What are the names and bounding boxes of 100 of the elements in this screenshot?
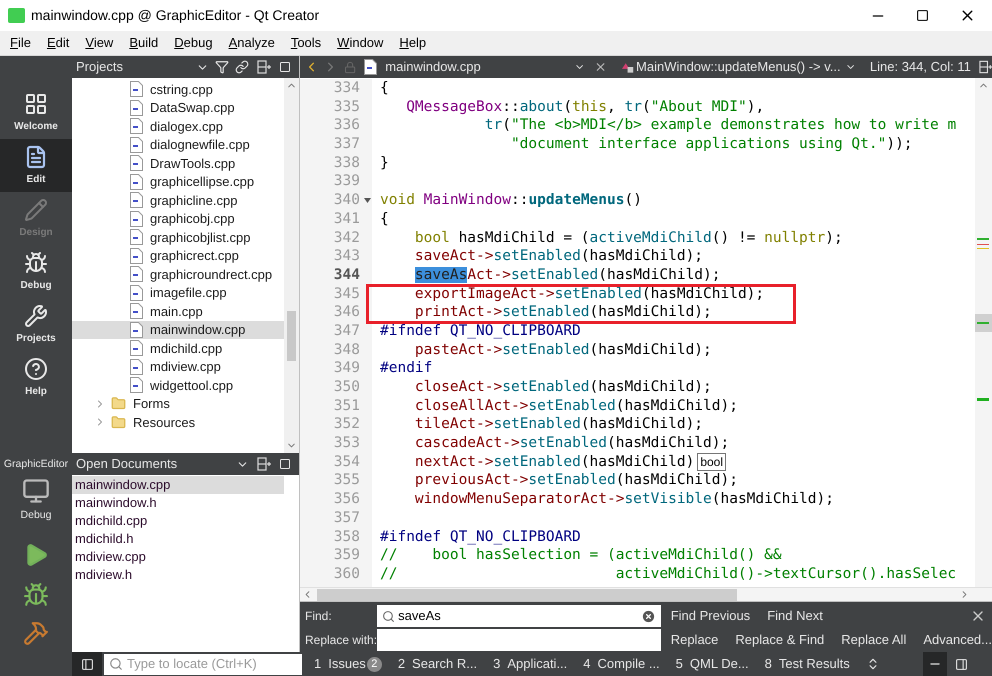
menu-item[interactable]: Debug xyxy=(174,33,213,53)
tree-item[interactable]: mainwindow.cpp xyxy=(72,320,284,339)
cpp-file-icon xyxy=(130,358,143,375)
tree-item[interactable]: main.cpp xyxy=(72,302,284,320)
tree-item[interactable]: mdiview.cpp xyxy=(72,358,284,376)
debug-run-icon[interactable] xyxy=(23,582,49,608)
monitor-icon xyxy=(22,476,50,505)
tree-item[interactable]: dialognewfile.cpp xyxy=(72,136,284,154)
line-number: 348 xyxy=(332,340,361,360)
tree-item[interactable]: graphicline.cpp xyxy=(72,191,284,210)
output-pane-tab[interactable]: 1 Issues 2 xyxy=(314,654,382,674)
open-document-item[interactable]: mainwindow.h xyxy=(72,494,299,512)
mode-button[interactable]: Debug xyxy=(0,245,72,298)
scrollbar[interactable] xyxy=(975,78,992,587)
open-document-item[interactable]: mdiview.cpp xyxy=(72,548,299,566)
scrollbar-thumb[interactable] xyxy=(975,314,992,332)
find-bar-button[interactable]: Advanced... xyxy=(923,630,992,650)
output-pane-tab[interactable]: 8 Test Results xyxy=(764,654,850,674)
find-bar-button[interactable]: Replace All xyxy=(841,630,906,650)
tree-item[interactable]: graphicroundrect.cpp xyxy=(72,265,284,284)
scrollbar-thumb[interactable] xyxy=(287,311,296,361)
replace-field[interactable] xyxy=(377,629,661,651)
maximize-icon[interactable] xyxy=(916,9,929,22)
line-number: 341 xyxy=(332,210,361,229)
menu-item[interactable]: View xyxy=(85,33,114,53)
menu-item[interactable]: File xyxy=(10,33,31,53)
line-number: 354 xyxy=(332,452,361,472)
output-pane-tab[interactable]: 2 Search R... xyxy=(398,654,478,674)
tree-item[interactable]: widgettool.cpp xyxy=(72,376,284,394)
mode-button[interactable]: Help xyxy=(0,351,72,404)
code-line: QMessageBox::about(this, tr("About MDI"), xyxy=(405,98,764,116)
find-bar-button[interactable]: Replace xyxy=(670,630,718,650)
build-icon[interactable] xyxy=(23,620,49,646)
code-line: previousAct->setEnabled(hasMdiChild); xyxy=(414,471,738,490)
count-badge: 2 xyxy=(366,656,382,672)
menu-item[interactable]: Window xyxy=(337,33,384,53)
close-pane-icon[interactable] xyxy=(279,458,291,470)
output-pane-tab[interactable]: 3 Applicati... xyxy=(493,654,568,674)
tree-item[interactable]: DataSwap.cpp xyxy=(72,98,284,117)
kit-selector[interactable]: Debug xyxy=(20,476,52,524)
projects-pane-header: Projects xyxy=(72,56,299,78)
menu-item[interactable]: Build xyxy=(129,33,158,53)
cpp-file-icon xyxy=(130,192,143,208)
find-bar-button[interactable]: Replace & Find xyxy=(735,630,824,650)
cpp-file-icon xyxy=(130,155,143,172)
line-number: 340 xyxy=(332,191,361,210)
line-number: 335 xyxy=(332,98,361,116)
right-sidebar-toggle-icon[interactable] xyxy=(955,658,968,670)
code-line: #ifndef QT_NO_CLIPBOARD xyxy=(380,528,581,546)
split-icon[interactable] xyxy=(978,60,992,74)
open-document-item[interactable]: mdichild.cpp xyxy=(72,512,299,530)
open-document-item[interactable]: mainwindow.cpp xyxy=(72,476,284,494)
mode-button[interactable]: Projects xyxy=(0,298,72,351)
code-line: cascadeAct->setEnabled(hasMdiChild); xyxy=(414,434,730,453)
symbol-dropdown[interactable]: MainWindow::updateMenus() -> v... xyxy=(636,57,841,77)
code-line: void MainWindow::updateMenus() xyxy=(380,191,642,210)
find-bar-button[interactable]: Find Previous xyxy=(670,606,750,626)
horizontal-scrollbar[interactable] xyxy=(300,587,992,601)
link-icon[interactable] xyxy=(235,60,249,74)
open-document-item[interactable]: mdichild.h xyxy=(72,530,299,548)
tree-item[interactable]: mdichild.cpp xyxy=(72,339,284,358)
code-line: printAct->setEnabled(hasMdiChild); xyxy=(414,303,712,322)
find-field[interactable]: saveAs xyxy=(377,605,661,627)
split-icon[interactable] xyxy=(257,60,271,74)
mode-button[interactable]: Edit xyxy=(0,139,72,192)
tree-item[interactable]: imagefile.cpp xyxy=(72,284,284,302)
close-pane-icon[interactable] xyxy=(279,61,291,73)
cursor-position[interactable]: Line: 344, Col: 11 xyxy=(870,57,971,77)
menu-item[interactable]: Tools xyxy=(290,33,322,53)
clear-icon[interactable] xyxy=(640,608,656,624)
line-number: 356 xyxy=(332,490,361,509)
tree-item[interactable]: graphicrect.cpp xyxy=(72,246,284,265)
mode-icon xyxy=(24,356,48,380)
file-name-dropdown[interactable]: mainwindow.cpp xyxy=(385,57,554,77)
tree-item[interactable]: cstring.cpp xyxy=(72,80,284,98)
menu-item[interactable]: Analyze xyxy=(228,33,275,53)
tree-item[interactable]: graphicobj.cpp xyxy=(72,210,284,228)
menu-item[interactable]: Edit xyxy=(46,33,70,53)
tree-item[interactable]: Resources xyxy=(72,413,284,432)
find-bar-button[interactable]: Find Next xyxy=(767,606,823,626)
line-number: 336 xyxy=(332,116,361,136)
mode-button[interactable]: Welcome xyxy=(0,86,72,139)
line-number: 337 xyxy=(332,135,361,154)
code-line: saveAsAct->setEnabled(hasMdiChild); xyxy=(414,266,720,285)
scrollbar[interactable] xyxy=(284,78,299,453)
tree-item[interactable]: graphicobjlist.cpp xyxy=(72,228,284,246)
tree-item[interactable]: dialogex.cpp xyxy=(72,117,284,136)
filter-icon[interactable] xyxy=(215,60,229,74)
tree-item[interactable]: Forms xyxy=(72,394,284,413)
output-pane-tab[interactable]: 4 Compile ... xyxy=(583,654,660,674)
split-icon[interactable] xyxy=(257,457,271,471)
tree-item[interactable]: DrawTools.cpp xyxy=(72,154,284,172)
code-line: } xyxy=(380,154,389,172)
sidebar-toggle-icon[interactable] xyxy=(80,658,94,670)
open-document-item[interactable]: mdiview.h xyxy=(72,566,299,584)
fold-arrow-icon[interactable] xyxy=(364,198,371,203)
output-pane-tab[interactable]: 5 QML De... xyxy=(676,654,749,674)
menu-item[interactable]: Help xyxy=(399,33,426,53)
tree-item[interactable]: graphicellipse.cpp xyxy=(72,172,284,191)
search-icon xyxy=(382,610,396,622)
